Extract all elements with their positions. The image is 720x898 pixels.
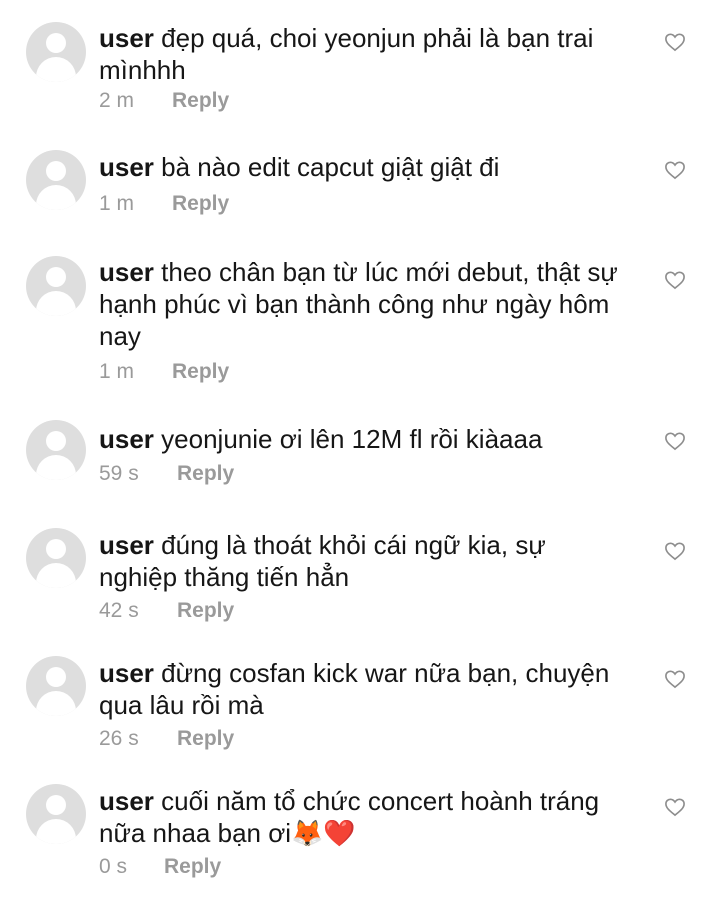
comment-text: user theo chân bạn từ lúc mới debut, thậ… — [99, 256, 629, 352]
comment-username[interactable]: user — [99, 530, 154, 560]
comment-time: 0 s — [99, 855, 128, 878]
reply-button[interactable]: Reply — [177, 599, 234, 623]
comment-meta: 0 s Reply — [99, 855, 221, 879]
comment-meta: 2 m Reply — [99, 89, 229, 113]
comment-body: yeonjunie ơi lên 12M fl rồi kiàaaa — [161, 424, 543, 454]
comment-text: user đừng cosfan kick war nữa bạn, chuyệ… — [99, 657, 629, 721]
comment-meta: 42 s Reply — [99, 599, 234, 623]
comment-username[interactable]: user — [99, 23, 154, 53]
comment-username[interactable]: user — [99, 424, 154, 454]
comment-time: 26 s — [99, 727, 139, 750]
reply-button[interactable]: Reply — [172, 192, 229, 216]
like-heart-icon[interactable] — [664, 797, 686, 817]
comment-body: đúng là thoát khỏi cái ngữ kia, sự nghiệ… — [99, 530, 546, 592]
comment-text: user đẹp quá, choi yeonjun phải là bạn t… — [99, 22, 629, 86]
comment-meta: 59 s Reply — [99, 462, 234, 486]
reply-button[interactable]: Reply — [172, 360, 229, 384]
reply-button[interactable]: Reply — [164, 855, 221, 879]
comment-username[interactable]: user — [99, 786, 154, 816]
comment-body: cuối năm tổ chức concert hoành tráng nữa… — [99, 786, 600, 848]
comment-time: 1 m — [99, 360, 135, 383]
like-heart-icon[interactable] — [664, 669, 686, 689]
comment-meta: 26 s Reply — [99, 727, 234, 751]
comment-body: đừng cosfan kick war nữa bạn, chuyện qua… — [99, 658, 610, 720]
comment-meta: 1 m Reply — [99, 192, 229, 216]
comment-username[interactable]: user — [99, 152, 154, 182]
comment-username[interactable]: user — [99, 257, 154, 287]
user-avatar[interactable] — [26, 784, 86, 844]
comment-text: user bà nào edit capcut giật giật đi — [99, 151, 629, 183]
comment-username[interactable]: user — [99, 658, 154, 688]
like-heart-icon[interactable] — [664, 541, 686, 561]
comment-body: bà nào edit capcut giật giật đi — [161, 152, 500, 182]
comment-text: user đúng là thoát khỏi cái ngữ kia, sự … — [99, 529, 629, 593]
comment-text: user yeonjunie ơi lên 12M fl rồi kiàaaa — [99, 423, 629, 455]
comment-time: 42 s — [99, 599, 139, 622]
comment-meta: 1 m Reply — [99, 360, 229, 384]
user-avatar[interactable] — [26, 150, 86, 210]
like-heart-icon[interactable] — [664, 32, 686, 52]
user-avatar[interactable] — [26, 656, 86, 716]
user-avatar[interactable] — [26, 528, 86, 588]
comment-text: user cuối năm tổ chức concert hoành trán… — [99, 785, 629, 849]
comment-body: theo chân bạn từ lúc mới debut, thật sự … — [99, 257, 618, 351]
reply-button[interactable]: Reply — [177, 727, 234, 751]
user-avatar[interactable] — [26, 256, 86, 316]
user-avatar[interactable] — [26, 22, 86, 82]
comment-time: 1 m — [99, 192, 135, 215]
comment-time: 2 m — [99, 89, 135, 112]
reply-button[interactable]: Reply — [172, 89, 229, 113]
like-heart-icon[interactable] — [664, 160, 686, 180]
reply-button[interactable]: Reply — [177, 462, 234, 486]
user-avatar[interactable] — [26, 420, 86, 480]
comment-body: đẹp quá, choi yeonjun phải là bạn trai m… — [99, 23, 594, 85]
like-heart-icon[interactable] — [664, 270, 686, 290]
like-heart-icon[interactable] — [664, 431, 686, 451]
comment-time: 59 s — [99, 462, 139, 485]
